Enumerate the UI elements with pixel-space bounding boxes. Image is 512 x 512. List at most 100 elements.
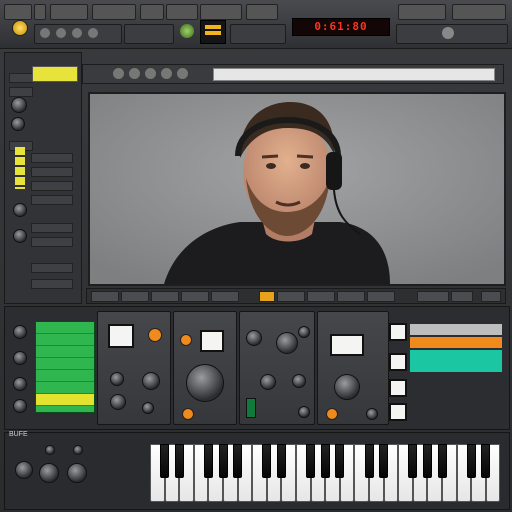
- transport-button[interactable]: [417, 291, 449, 302]
- transport-button[interactable]: [121, 291, 149, 302]
- gain-knob[interactable]: [13, 229, 27, 243]
- module-knob[interactable]: [260, 374, 276, 390]
- black-key[interactable]: [466, 444, 476, 478]
- save-icon[interactable]: [56, 28, 66, 38]
- transport-button[interactable]: [211, 291, 239, 302]
- browser-row[interactable]: [31, 263, 73, 273]
- settings-icon[interactable]: [442, 27, 454, 39]
- transport-button[interactable]: [277, 291, 305, 302]
- transport-button[interactable]: [307, 291, 335, 302]
- side-button[interactable]: [389, 403, 407, 421]
- black-key[interactable]: [306, 444, 316, 478]
- browser-row[interactable]: [31, 223, 73, 233]
- stop-icon[interactable]: [129, 68, 140, 79]
- transport-button[interactable]: [91, 291, 119, 302]
- transport-button[interactable]: [181, 291, 209, 302]
- menu-button-10[interactable]: [452, 4, 506, 20]
- small-knob[interactable]: [45, 445, 55, 455]
- black-key[interactable]: [379, 444, 389, 478]
- browser-row[interactable]: [31, 167, 73, 177]
- black-key[interactable]: [160, 444, 170, 478]
- browser-row[interactable]: [9, 73, 33, 83]
- transport-button[interactable]: [481, 291, 501, 302]
- transport-button[interactable]: [151, 291, 179, 302]
- mod-knob[interactable]: [39, 463, 59, 483]
- menu-button-9[interactable]: [398, 4, 446, 20]
- browser-row[interactable]: [9, 87, 33, 97]
- side-button[interactable]: [389, 323, 407, 341]
- input-knob[interactable]: [13, 325, 27, 339]
- black-key[interactable]: [320, 444, 330, 478]
- record-icon[interactable]: [145, 68, 156, 79]
- play-icon[interactable]: [113, 68, 124, 79]
- transport-button[interactable]: [337, 291, 365, 302]
- transport-button[interactable]: [367, 291, 395, 302]
- menu-button-5[interactable]: [140, 4, 164, 20]
- side-button[interactable]: [389, 379, 407, 397]
- menu-button-8[interactable]: [246, 4, 278, 20]
- list-item[interactable]: [36, 334, 94, 346]
- input-knob[interactable]: [13, 377, 27, 391]
- black-key[interactable]: [218, 444, 228, 478]
- volume-knob[interactable]: [67, 463, 87, 483]
- list-item[interactable]: [36, 346, 94, 358]
- loop-icon[interactable]: [161, 68, 172, 79]
- black-key[interactable]: [233, 444, 243, 478]
- black-key[interactable]: [364, 444, 374, 478]
- browser-row[interactable]: [31, 153, 73, 163]
- menu-button-1[interactable]: [4, 4, 32, 20]
- module-knob[interactable]: [298, 406, 310, 418]
- module-knob[interactable]: [298, 326, 310, 338]
- menu-button-2[interactable]: [34, 4, 46, 20]
- black-key[interactable]: [276, 444, 286, 478]
- list-item[interactable]: [36, 358, 94, 370]
- list-item[interactable]: [36, 370, 94, 382]
- selected-track-bar[interactable]: [32, 66, 78, 82]
- black-key[interactable]: [262, 444, 272, 478]
- input-knob[interactable]: [13, 399, 27, 413]
- folder-icon[interactable]: [40, 28, 50, 38]
- orange-knob[interactable]: [326, 408, 338, 420]
- clip-name-field[interactable]: [213, 68, 495, 81]
- main-dial[interactable]: [186, 364, 224, 402]
- module-knob[interactable]: [246, 330, 262, 346]
- side-button[interactable]: [389, 353, 407, 371]
- small-knob[interactable]: [73, 445, 83, 455]
- list-item[interactable]: [36, 322, 94, 334]
- volume-knob[interactable]: [11, 97, 27, 113]
- mixer-icon[interactable]: [180, 24, 194, 38]
- list-item[interactable]: [36, 382, 94, 394]
- orange-knob[interactable]: [182, 408, 194, 420]
- main-dial[interactable]: [334, 374, 360, 400]
- black-key[interactable]: [408, 444, 418, 478]
- browser-row[interactable]: [31, 195, 73, 205]
- redo-icon[interactable]: [88, 28, 98, 38]
- black-key[interactable]: [203, 444, 213, 478]
- pitch-knob[interactable]: [15, 461, 33, 479]
- preset-list[interactable]: [35, 321, 95, 413]
- app-logo-icon[interactable]: [12, 20, 28, 36]
- module-knob[interactable]: [366, 408, 378, 420]
- pan-knob[interactable]: [11, 117, 25, 131]
- menu-button-4[interactable]: [92, 4, 136, 20]
- module-knob[interactable]: [142, 402, 154, 414]
- transport-button[interactable]: [451, 291, 473, 302]
- undo-icon[interactable]: [72, 28, 82, 38]
- menu-button-7[interactable]: [200, 4, 242, 20]
- track-color-chip[interactable]: [200, 20, 226, 44]
- orange-knob[interactable]: [180, 334, 192, 346]
- black-key[interactable]: [335, 444, 345, 478]
- module-knob[interactable]: [292, 374, 306, 388]
- browser-row[interactable]: [31, 181, 73, 191]
- black-key[interactable]: [437, 444, 447, 478]
- module-knob[interactable]: [142, 372, 160, 390]
- black-key[interactable]: [422, 444, 432, 478]
- menu-button-3[interactable]: [50, 4, 88, 20]
- browser-row[interactable]: [31, 279, 73, 289]
- menu-button-6[interactable]: [166, 4, 198, 20]
- module-knob[interactable]: [276, 332, 298, 354]
- module-knob[interactable]: [110, 394, 126, 410]
- black-key[interactable]: [481, 444, 491, 478]
- transport-button-active[interactable]: [259, 291, 275, 302]
- black-key[interactable]: [174, 444, 184, 478]
